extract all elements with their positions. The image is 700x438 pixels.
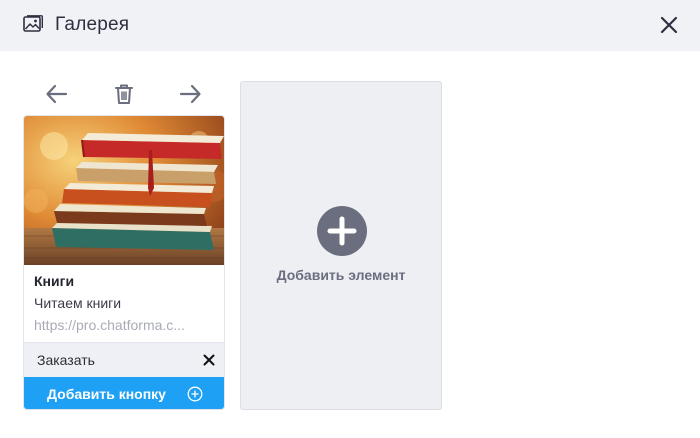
plus-circle-icon bbox=[187, 386, 203, 402]
plus-circle-icon bbox=[317, 206, 367, 256]
add-button-label: Добавить кнопку bbox=[47, 386, 166, 402]
card-subtitle[interactable]: Читаем книги bbox=[34, 295, 121, 311]
books-stack-image bbox=[24, 116, 224, 265]
gallery-card[interactable]: Книги Читаем книги https://pro.chatforma… bbox=[23, 115, 225, 410]
dialog-title: Галерея bbox=[55, 14, 130, 35]
card-title[interactable]: Книги bbox=[34, 273, 74, 289]
card-button-label: Заказать bbox=[37, 352, 95, 368]
gallery-image-icon bbox=[23, 15, 43, 32]
add-button-button[interactable]: Добавить кнопку bbox=[24, 377, 224, 409]
dialog-header: Галерея bbox=[0, 0, 700, 51]
arrow-right-icon[interactable] bbox=[176, 80, 204, 108]
card-url[interactable]: https://pro.chatforma.c... bbox=[34, 317, 216, 333]
remove-button-icon[interactable] bbox=[202, 353, 216, 367]
add-element-label: Добавить элемент bbox=[276, 267, 406, 283]
arrow-left-icon[interactable] bbox=[43, 80, 71, 108]
card-button-order[interactable]: Заказать bbox=[24, 342, 224, 377]
add-element-button[interactable]: Добавить элемент bbox=[240, 81, 442, 410]
trash-icon[interactable] bbox=[110, 80, 138, 108]
close-icon[interactable] bbox=[657, 13, 681, 37]
